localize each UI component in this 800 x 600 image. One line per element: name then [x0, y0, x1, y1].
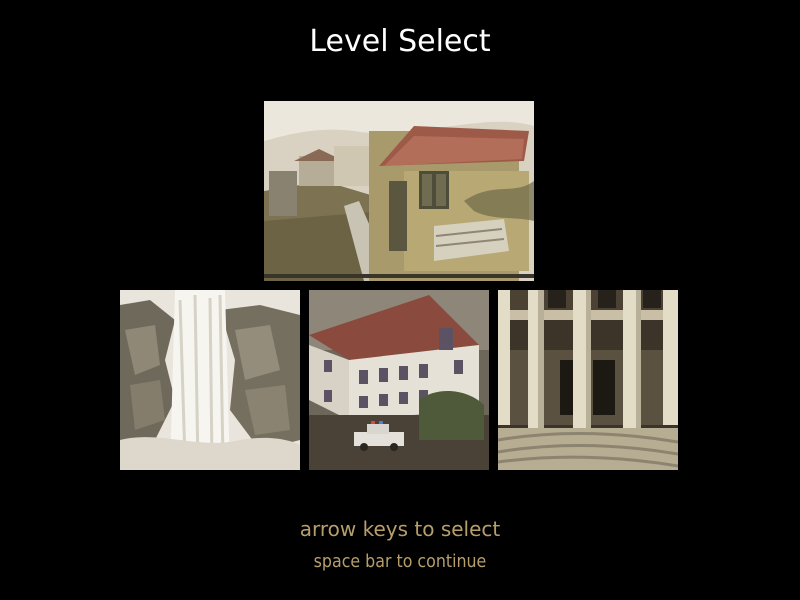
waterfall-scene-image: [120, 290, 300, 470]
hint-arrow-keys: arrow keys to select: [299, 517, 501, 541]
palace-scene-image: [498, 290, 678, 470]
mansion-scene-image: [309, 290, 489, 470]
hint-space-bar: space bar to continue: [313, 551, 487, 572]
screen-title: Level Select: [309, 24, 491, 59]
level-thumbnail-palace[interactable]: [498, 290, 678, 470]
level-thumbnail-waterfall[interactable]: [120, 290, 300, 470]
village-scene-image: [264, 101, 534, 281]
level-thumbnail-mansion[interactable]: [309, 290, 489, 470]
level-thumbnail-village[interactable]: [264, 101, 534, 281]
